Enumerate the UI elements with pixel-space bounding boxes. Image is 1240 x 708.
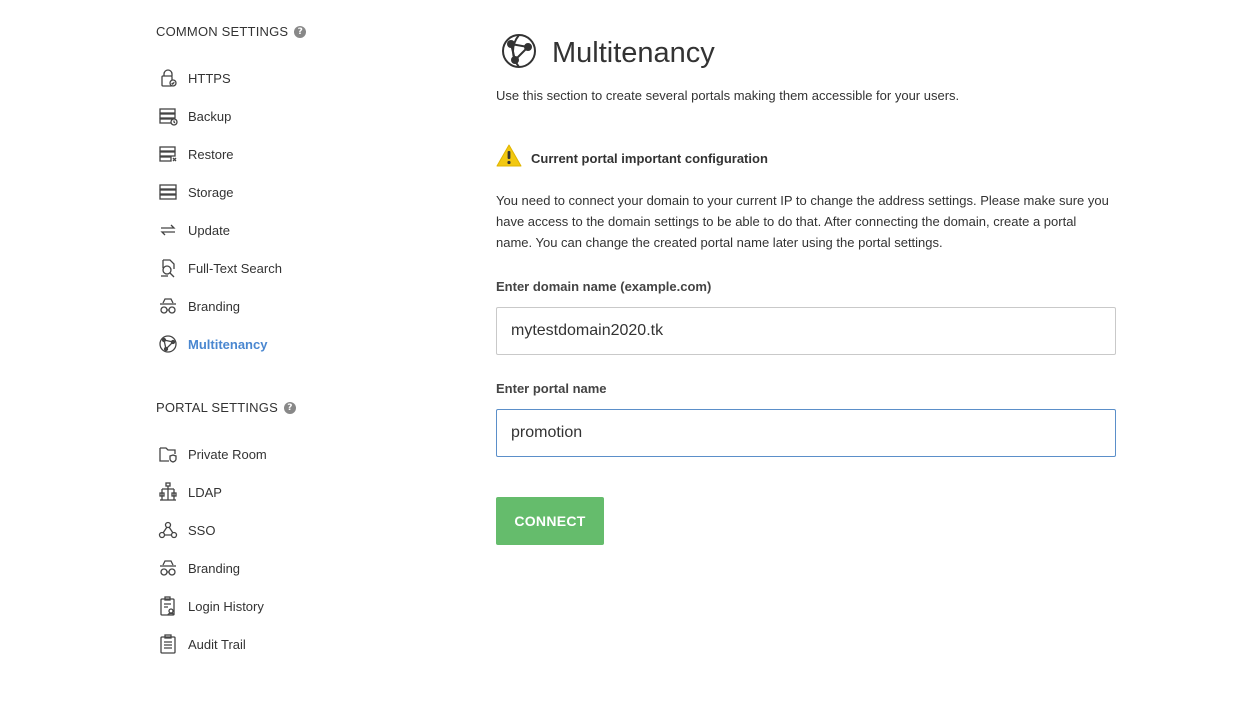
search-doc-icon: [156, 256, 180, 280]
sidebar-item-label: Full-Text Search: [188, 260, 282, 276]
info-text: You need to connect your domain to your …: [496, 193, 1109, 250]
sidebar-item-login-history[interactable]: Login History: [156, 594, 264, 618]
page-header: Multitenancy: [500, 18, 715, 90]
sidebar-item-label: Restore: [188, 146, 234, 162]
sidebar-item-full-text-search[interactable]: Full-Text Search: [156, 256, 282, 280]
common-settings-label: COMMON SETTINGS: [156, 24, 289, 39]
backup-icon: [156, 104, 180, 128]
portal-name-label: Enter portal name: [496, 381, 607, 396]
restore-icon: [156, 142, 180, 166]
audit-trail-icon: [156, 632, 180, 656]
warning-title: Current portal important configuration: [531, 151, 768, 166]
branding-icon: [156, 556, 180, 580]
sidebar-item-https[interactable]: HTTPS: [156, 66, 231, 90]
portal-settings-heading: PORTAL SETTINGS ?: [156, 400, 296, 415]
sidebar-item-label: Audit Trail: [188, 636, 246, 652]
sidebar-item-label: HTTPS: [188, 70, 231, 86]
globe-icon: [156, 332, 180, 356]
sidebar-item-label: Update: [188, 222, 230, 238]
sidebar-item-private-room[interactable]: Private Room: [156, 442, 267, 466]
page-description: Use this section to create several porta…: [496, 88, 960, 103]
help-icon[interactable]: ?: [283, 401, 296, 414]
help-icon[interactable]: ?: [294, 25, 307, 38]
folder-shield-icon: [156, 442, 180, 466]
sidebar-item-restore[interactable]: Restore: [156, 142, 234, 166]
sidebar-item-audit-trail[interactable]: Audit Trail: [156, 632, 246, 656]
update-icon: [156, 218, 180, 242]
ldap-icon: [156, 480, 180, 504]
sidebar-item-update[interactable]: Update: [156, 218, 230, 242]
warning-icon: [496, 143, 522, 174]
sidebar-item-label: SSO: [188, 522, 216, 538]
sidebar-item-label: Backup: [188, 108, 232, 124]
sidebar-item-ldap[interactable]: LDAP: [156, 480, 222, 504]
sidebar-item-label: Login History: [188, 598, 264, 614]
sidebar-item-backup[interactable]: Backup: [156, 104, 231, 128]
branding-icon: [156, 294, 180, 318]
common-settings-heading: COMMON SETTINGS ?: [156, 24, 307, 39]
page-title: Multitenancy: [552, 37, 715, 70]
sidebar-item-multitenancy[interactable]: Multitenancy: [156, 332, 267, 356]
warning-header: Current portal important configuration: [496, 143, 768, 174]
sso-icon: [156, 518, 180, 542]
sidebar-item-label: Multitenancy: [188, 336, 268, 352]
sidebar-item-label: Branding: [188, 560, 241, 576]
sidebar-item-label: Private Room: [188, 446, 267, 462]
domain-name-input[interactable]: [496, 307, 1116, 355]
globe-icon: [500, 32, 538, 75]
domain-name-label: Enter domain name (example.com): [496, 279, 712, 294]
portal-settings-label: PORTAL SETTINGS: [156, 400, 278, 415]
sidebar-item-label: LDAP: [188, 484, 222, 500]
sidebar-item-portal-branding[interactable]: Branding: [156, 556, 240, 580]
sidebar-item-sso[interactable]: SSO: [156, 518, 215, 542]
lock-icon: [156, 66, 180, 90]
portal-name-input[interactable]: [496, 409, 1116, 457]
sidebar-item-label: Storage: [188, 184, 234, 200]
sidebar-item-label: Branding: [188, 298, 241, 314]
storage-icon: [156, 180, 180, 204]
sidebar-item-storage[interactable]: Storage: [156, 180, 234, 204]
sidebar-item-branding[interactable]: Branding: [156, 294, 240, 318]
login-history-icon: [156, 594, 180, 618]
connect-button[interactable]: CONNECT: [496, 497, 604, 545]
